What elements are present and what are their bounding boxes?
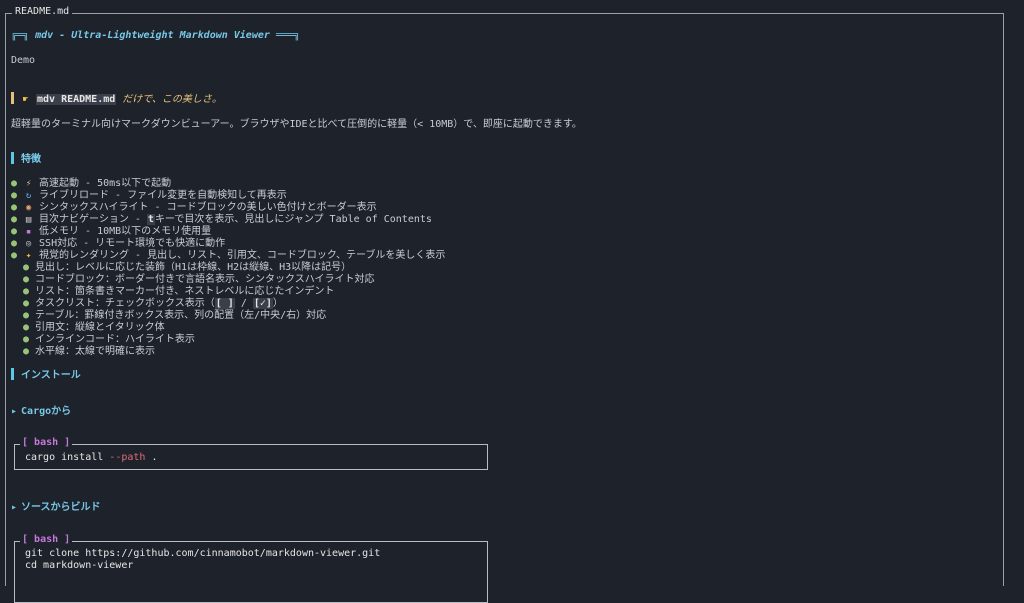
- sub-list-item-text: 水平線：太線で明確に表示: [35, 346, 156, 357]
- quote-inline-code: mdv README.md: [36, 94, 117, 105]
- code-flag: --path: [109, 452, 146, 463]
- h1-heading: ╔═╗ mdv - Ultra-Lightweight Markdown Vie…: [11, 30, 300, 41]
- code-line: cargo install --path .: [25, 452, 157, 463]
- code-lang-text: bash: [34, 437, 59, 448]
- install-heading: インストール: [11, 366, 81, 381]
- code-line: git clone https://github.com/cinnamobot/…: [25, 548, 381, 559]
- h1-right-rule: ═══╗: [275, 30, 301, 41]
- code-lang-text: bash: [34, 534, 59, 545]
- bullet-icon: ●: [23, 346, 30, 357]
- cargo-heading-text: Cargoから: [21, 406, 72, 417]
- sub-list-item: ● 水平線：太線で明確に表示: [23, 342, 155, 357]
- quote-text: だけで、この美しさ。: [116, 94, 222, 105]
- source-heading-text: ソースからビルド: [21, 502, 101, 513]
- quote-bar: [11, 92, 14, 104]
- heading-marker-icon: ▸: [11, 502, 18, 513]
- code-lang-label: [ bash ]: [20, 534, 73, 545]
- cargo-code-block: [ bash ] cargo install --path .: [14, 437, 488, 470]
- install-heading-text: インストール: [21, 370, 81, 381]
- intro-paragraph: 超軽量のターミナル向けマークダウンビューアー。ブラウザやIDEと比べて圧倒的に軽…: [11, 119, 582, 130]
- code-line: cd markdown-viewer: [25, 560, 134, 571]
- source-code-block: [ bash ] git clone https://github.com/ci…: [14, 534, 488, 603]
- code-arg: .: [145, 452, 158, 463]
- cargo-heading: ▸ Cargoから: [11, 402, 71, 417]
- heading-bar: [11, 368, 14, 380]
- bullet-icon: ●: [11, 250, 18, 261]
- features-heading-text: 特徴: [21, 154, 41, 165]
- h1-text: mdv - Ultra-Lightweight Markdown Viewer: [35, 30, 270, 41]
- features-heading: 特徴: [11, 150, 41, 165]
- window-title: README.md: [12, 6, 73, 17]
- source-heading: ▸ ソースからビルド: [11, 498, 101, 513]
- heading-marker-icon: ▸: [11, 406, 18, 417]
- code-command: cargo install: [25, 452, 110, 463]
- pointing-hand-icon: ☛: [22, 95, 29, 105]
- heading-bar: [11, 152, 14, 164]
- demo-text: Demo: [11, 55, 36, 66]
- h1-left-rule: ╔═╗: [11, 30, 30, 41]
- code-lang-label: [ bash ]: [20, 437, 73, 448]
- blockquote: ☛ mdv README.md だけで、この美しさ。: [11, 90, 222, 105]
